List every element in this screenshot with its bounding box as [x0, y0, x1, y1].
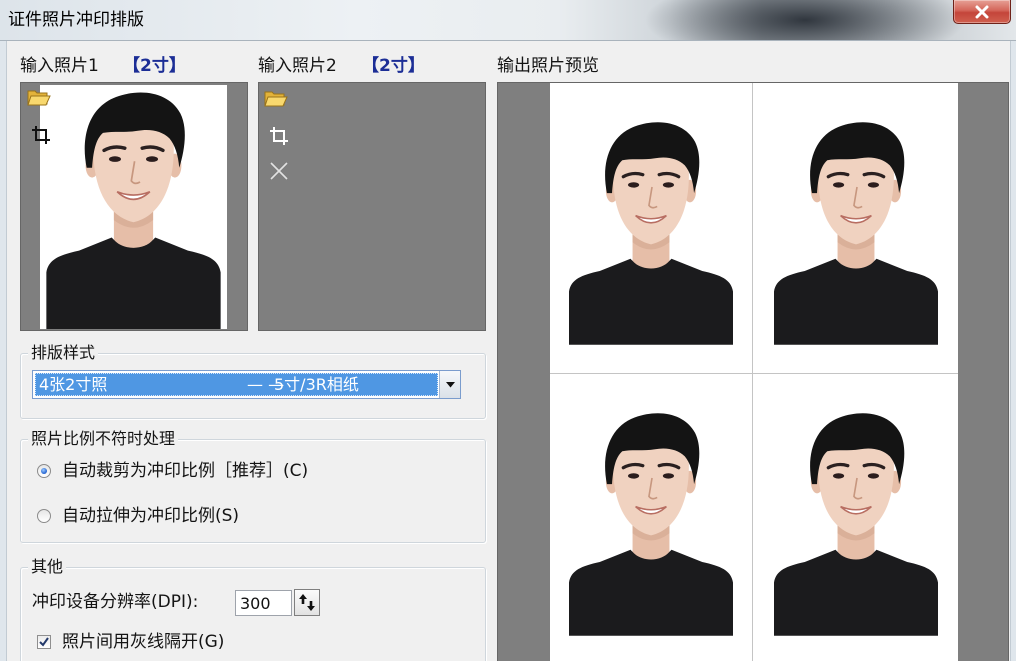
chevron-down-icon [445, 381, 455, 387]
input-photo-2-label: 输入照片2 [258, 56, 337, 76]
selected-option[interactable]: 4张2寸照 — — 5寸/3R相纸 [35, 373, 438, 396]
layout-style-legend: 排版样式 [28, 343, 99, 363]
input-photo-2-size: 【2寸】 [362, 56, 425, 76]
close-button[interactable] [953, 0, 1011, 24]
dropdown-button[interactable] [439, 371, 460, 398]
window-frame-right [1010, 41, 1016, 661]
portrait-photo [774, 406, 938, 636]
input-photo-1-label: 输入照片1 [20, 56, 99, 76]
input-photo-1-box [20, 82, 248, 331]
preview-cell [753, 374, 958, 661]
portrait-photo [569, 406, 733, 636]
radio-auto-stretch-label[interactable]: 自动拉伸为冲印比例(S) [62, 506, 239, 526]
gray-separator-line [752, 83, 753, 661]
input-photo-1-size: 【2寸】 [123, 56, 186, 76]
preview-cell [550, 374, 752, 661]
output-preview-label: 输出照片预览 [497, 56, 599, 76]
radio-auto-stretch[interactable] [37, 509, 51, 523]
preview-cell [550, 83, 752, 373]
checkmark-icon [39, 637, 49, 647]
gray-separator-line [550, 373, 958, 374]
selected-option-name: 4张2寸照 [39, 375, 108, 394]
portrait-photo [569, 115, 733, 345]
radio-auto-crop-label[interactable]: 自动裁剪为冲印比例［推荐］(C) [62, 461, 308, 481]
delete-icon[interactable] [268, 160, 290, 182]
layout-style-select[interactable]: 4张2寸照 — — 5寸/3R相纸 [32, 370, 461, 399]
radio-auto-crop[interactable] [37, 464, 51, 478]
dpi-input[interactable] [235, 590, 292, 616]
dpi-spinner[interactable] [294, 589, 320, 616]
gray-line-checkbox[interactable] [37, 635, 51, 649]
preview-cell [753, 83, 958, 373]
folder-open-icon[interactable] [27, 89, 51, 106]
selected-option-paper: 5寸/3R相纸 [274, 375, 359, 394]
portrait-photo [774, 115, 938, 345]
crop-icon[interactable] [30, 124, 52, 146]
photo-layout-dialog: 证件照片冲印排版 输入照片1 【2寸】 输入照片2 【2寸】 输出照片预览 排版… [0, 0, 1016, 661]
gray-line-label[interactable]: 照片间用灰线隔开(G) [62, 632, 224, 652]
folder-open-icon[interactable] [264, 90, 288, 107]
dpi-label: 冲印设备分辨率(DPI): [32, 592, 199, 612]
window-title: 证件照片冲印排版 [8, 10, 144, 30]
ratio-handling-group [20, 439, 486, 543]
window-frame-left [0, 41, 7, 661]
portrait-photo [40, 85, 227, 329]
other-legend: 其他 [28, 557, 67, 577]
output-preview-panel [497, 82, 1009, 661]
close-icon [975, 5, 989, 18]
print-paper [550, 83, 958, 661]
ratio-handling-legend: 照片比例不符时处理 [28, 429, 179, 449]
spin-arrows-icon [299, 594, 315, 611]
title-bar[interactable]: 证件照片冲印排版 [0, 0, 1016, 41]
crop-icon[interactable] [268, 125, 290, 147]
input-photo-2-box [258, 82, 486, 331]
